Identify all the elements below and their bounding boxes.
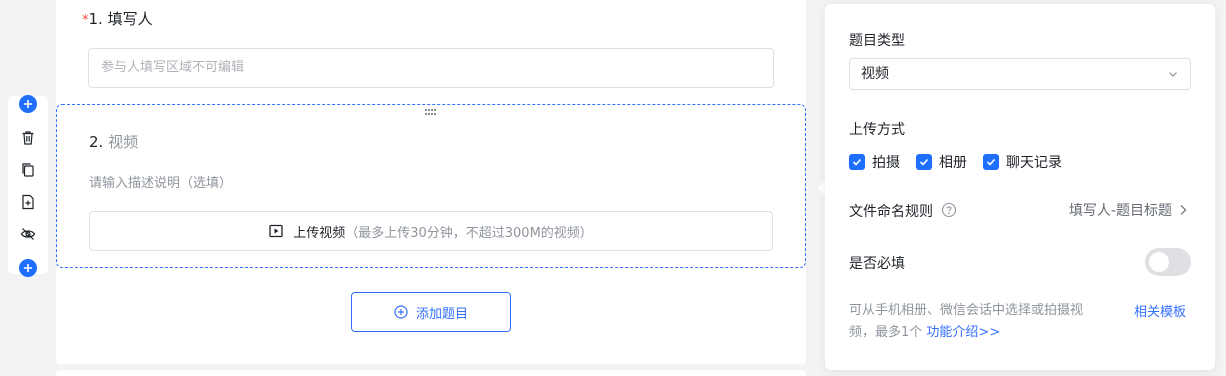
type-label: 题目类型 <box>849 33 905 49</box>
related-template-link[interactable]: 相关模板 <box>1134 301 1186 320</box>
question-2-title[interactable]: 2. 视频 <box>89 131 138 152</box>
question-toolbar <box>8 96 48 274</box>
required-toggle[interactable] <box>1145 248 1191 276</box>
checkbox-label: 聊天记录 <box>1006 155 1062 171</box>
filler-input-readonly: 参与人填写区域不可编辑 <box>88 48 774 88</box>
question-1-title[interactable]: *1. 填写人 <box>82 8 153 29</box>
upload-video-label: 上传视频 <box>293 225 346 241</box>
question-2-number: 2. <box>89 133 104 151</box>
type-select[interactable]: 视频 <box>849 58 1191 90</box>
type-select-value: 视频 <box>861 66 889 82</box>
checkbox-album[interactable]: 相册 <box>916 152 967 172</box>
checkbox-label: 拍摄 <box>872 155 900 171</box>
checkbox-checked-icon <box>983 154 999 170</box>
checkbox-chat-history[interactable]: 聊天记录 <box>983 152 1062 172</box>
add-below-icon[interactable] <box>19 259 37 277</box>
upload-video-hint: （最多上传30分钟，不超过300M的视频） <box>345 225 593 241</box>
required-label: 是否必填 <box>849 256 905 272</box>
checkbox-shoot[interactable]: 拍摄 <box>849 152 900 172</box>
help-circle-icon[interactable] <box>941 202 957 218</box>
eye-off-icon[interactable] <box>20 226 36 242</box>
next-card-edge <box>56 370 806 376</box>
checkbox-label: 相册 <box>939 155 967 171</box>
panel-pointer <box>817 180 825 196</box>
file-add-icon[interactable] <box>20 194 36 210</box>
question-2-name[interactable]: 视频 <box>108 133 138 151</box>
naming-rule-label: 文件命名规则 <box>849 204 933 220</box>
plus-circle-icon <box>394 305 408 319</box>
checkbox-checked-icon <box>916 154 932 170</box>
upload-method-group: 拍摄 相册 聊天记录 <box>849 152 1078 172</box>
feature-intro-link[interactable]: 功能介绍>> <box>926 325 1000 340</box>
chevron-right-icon[interactable] <box>1178 204 1188 216</box>
add-above-icon[interactable] <box>19 95 37 113</box>
feature-tip: 可从手机相册、微信会话中选择或拍摄视频，最多1个 功能介绍>> <box>849 300 1107 344</box>
add-question-label: 添加题目 <box>415 306 468 322</box>
upload-video-button[interactable]: 上传视频 （最多上传30分钟，不超过300M的视频） <box>89 211 773 251</box>
add-question-button[interactable]: 添加题目 <box>351 292 511 332</box>
upload-method-label: 上传方式 <box>849 122 905 138</box>
question-1-title-text: 1. 填写人 <box>88 10 153 28</box>
video-play-icon <box>269 224 283 238</box>
copy-icon[interactable] <box>20 162 36 178</box>
chevron-down-icon <box>1169 72 1177 77</box>
toggle-knob <box>1149 252 1169 272</box>
trash-icon[interactable] <box>20 130 36 146</box>
naming-rule-value[interactable]: 填写人-题目标题 <box>1069 200 1172 220</box>
description-input[interactable]: 请输入描述说明（选填） <box>89 172 232 191</box>
checkbox-checked-icon <box>849 154 865 170</box>
drag-handle-icon[interactable] <box>425 109 437 117</box>
